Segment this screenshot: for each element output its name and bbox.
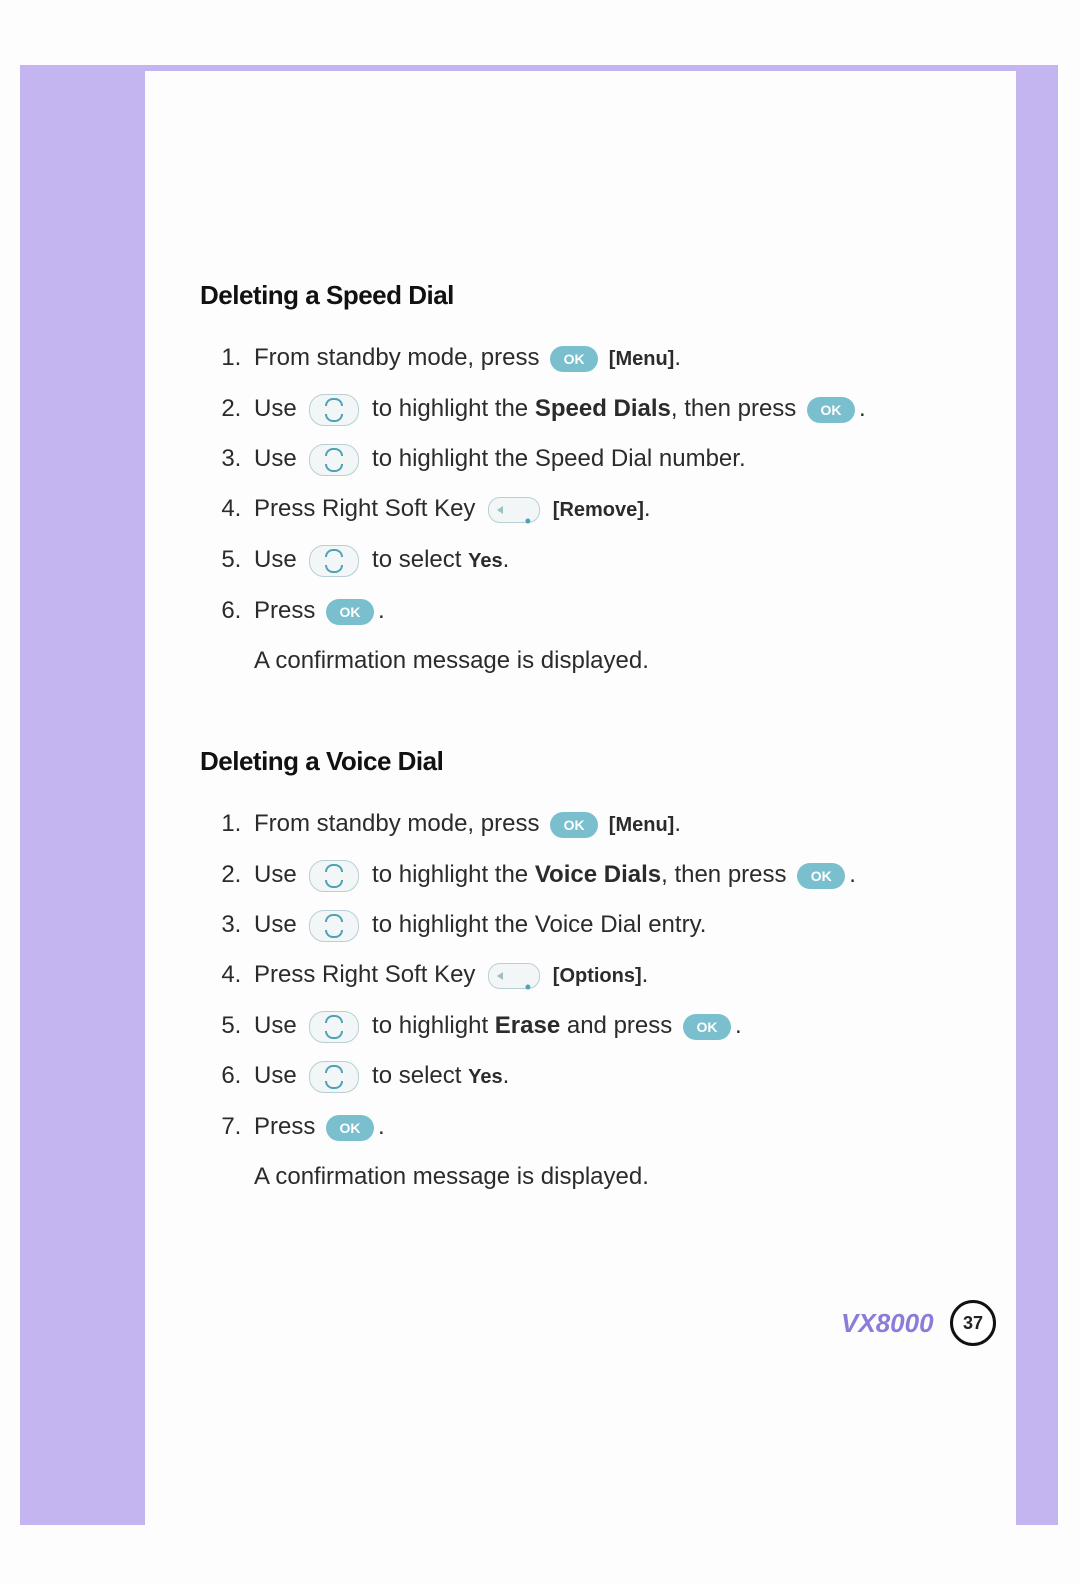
step-text: Use	[254, 861, 297, 888]
right-margin-band	[1016, 65, 1058, 1525]
list-item: Use to highlight the Voice Dial entry.	[248, 900, 980, 950]
list-item: Press Right Soft Key [Remove].	[248, 484, 980, 535]
nav-icon	[309, 1011, 359, 1043]
step-text: Press	[254, 1113, 315, 1140]
voice-dials-bold: Voice Dials	[535, 861, 661, 888]
step-text: Use	[254, 395, 297, 422]
step-text: to select	[372, 1062, 461, 1089]
step-text: Use	[254, 1062, 297, 1089]
soft-key-icon	[488, 497, 540, 523]
list-item: Press Right Soft Key [Options].	[248, 950, 980, 1001]
list-item: Use to highlight the Speed Dials, then p…	[248, 384, 980, 434]
step-text: Press Right Soft Key	[254, 961, 475, 988]
heading-voice-dial: Deleting a Voice Dial	[200, 746, 980, 777]
list-item: Use to highlight the Speed Dial number.	[248, 434, 980, 484]
list-item: Use to highlight Erase and press OK.	[248, 1001, 980, 1051]
confirmation-text: A confirmation message is displayed.	[254, 1152, 980, 1202]
page-content: Deleting a Speed Dial From standby mode,…	[200, 280, 980, 1202]
step-text: From standby mode, press	[254, 810, 539, 837]
ok-icon: OK	[683, 1014, 731, 1040]
menu-label: [Menu]	[609, 814, 675, 836]
list-item: From standby mode, press OK [Menu].	[248, 333, 980, 384]
ok-icon: OK	[550, 346, 598, 372]
step-text: and press	[567, 1012, 672, 1039]
speed-dial-steps: From standby mode, press OK [Menu]. Use …	[200, 333, 980, 686]
nav-icon	[309, 444, 359, 476]
list-item: Use to select Yes.	[248, 535, 980, 586]
ok-icon: OK	[326, 599, 374, 625]
step-text: to select	[372, 546, 461, 573]
step-text: Use	[254, 911, 297, 938]
ok-icon: OK	[550, 812, 598, 838]
nav-icon	[309, 860, 359, 892]
confirmation-text: A confirmation message is displayed.	[254, 636, 980, 686]
nav-icon	[309, 545, 359, 577]
step-text: , then press	[661, 861, 786, 888]
top-margin-band	[20, 65, 1058, 71]
erase-bold: Erase	[495, 1012, 560, 1039]
list-item: Use to highlight the Voice Dials, then p…	[248, 850, 980, 900]
nav-icon	[309, 910, 359, 942]
list-item: Press OK. A confirmation message is disp…	[248, 1102, 980, 1202]
ok-icon: OK	[797, 863, 845, 889]
page-number: 37	[950, 1300, 996, 1346]
nav-icon	[309, 1061, 359, 1093]
soft-key-icon	[488, 963, 540, 989]
nav-icon	[309, 394, 359, 426]
step-text: From standby mode, press	[254, 344, 539, 371]
remove-label: [Remove]	[553, 499, 644, 521]
yes-label: Yes	[468, 1066, 502, 1088]
step-text: to highlight	[372, 1012, 488, 1039]
options-label: [Options]	[553, 965, 642, 987]
yes-label: Yes	[468, 550, 502, 572]
list-item: Press OK. A confirmation message is disp…	[248, 586, 980, 686]
heading-speed-dial: Deleting a Speed Dial	[200, 280, 980, 311]
step-text: to highlight the	[372, 861, 528, 888]
step-text: to highlight the Speed Dial number.	[372, 445, 746, 472]
step-text: Use	[254, 445, 297, 472]
step-text: Use	[254, 546, 297, 573]
page-footer: VX8000 37	[0, 1300, 1016, 1346]
step-text: Press Right Soft Key	[254, 495, 475, 522]
menu-label: [Menu]	[609, 348, 675, 370]
model-label: VX8000	[841, 1308, 934, 1339]
step-text: Press	[254, 597, 315, 624]
step-text: to highlight the	[372, 395, 528, 422]
ok-icon: OK	[807, 397, 855, 423]
voice-dial-steps: From standby mode, press OK [Menu]. Use …	[200, 799, 980, 1202]
list-item: Use to select Yes.	[248, 1051, 980, 1102]
speed-dials-bold: Speed Dials	[535, 395, 671, 422]
ok-icon: OK	[326, 1115, 374, 1141]
step-text: Use	[254, 1012, 297, 1039]
list-item: From standby mode, press OK [Menu].	[248, 799, 980, 850]
step-text: , then press	[671, 395, 796, 422]
step-text: to highlight the Voice Dial entry.	[372, 911, 706, 938]
